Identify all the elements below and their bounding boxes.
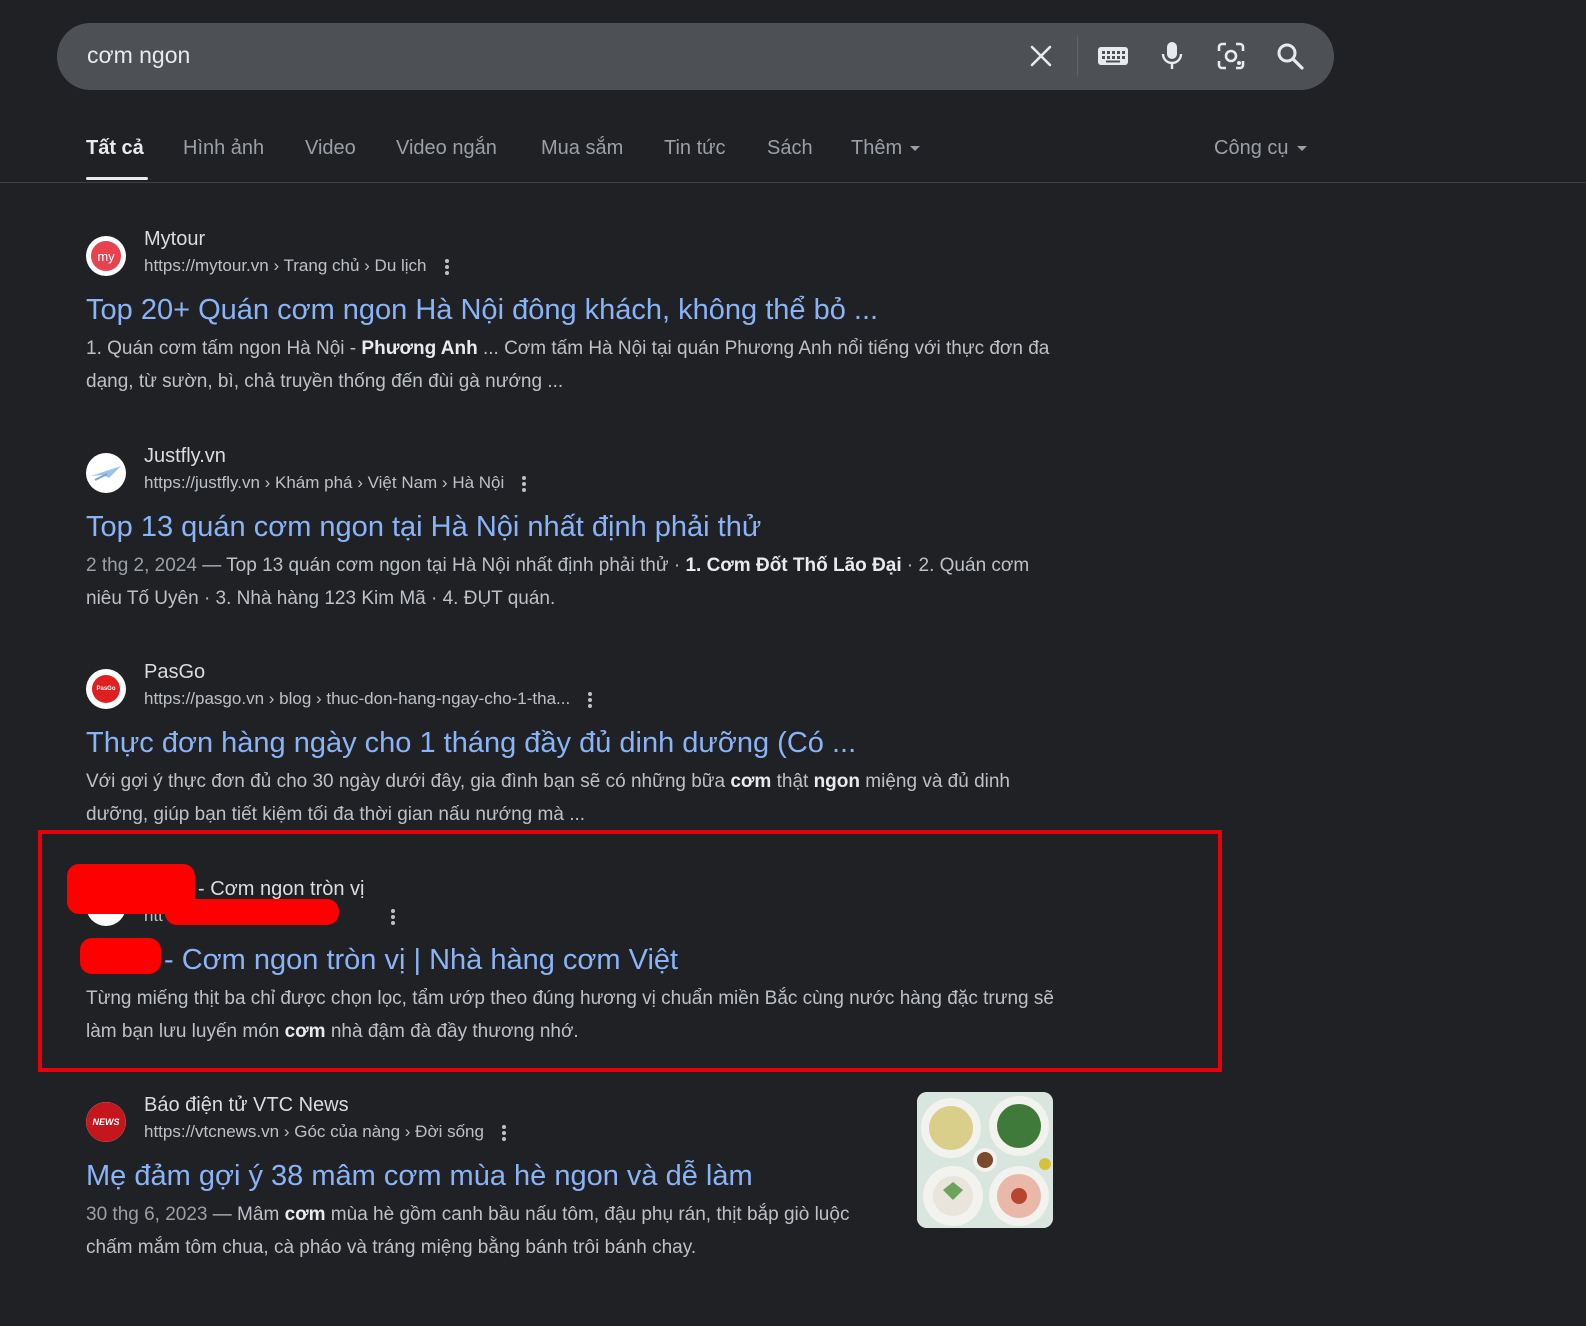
search-input[interactable]: cơm ngon: [87, 42, 190, 69]
keyboard-icon[interactable]: [1097, 40, 1129, 72]
result-source[interactable]: NEWS Báo điện tử VTC News https://vtcnew…: [86, 1094, 886, 1150]
search-divider: [1077, 36, 1078, 76]
pasgo-logo-icon: PasGo: [92, 675, 120, 703]
result-thumbnail-image[interactable]: [917, 1092, 1053, 1228]
tab-more-label: Thêm: [851, 137, 903, 159]
result-snippet: 30 thg 6, 2023 — Mâm cơm mùa hè gồm canh…: [86, 1204, 850, 1258]
lens-icon[interactable]: [1215, 40, 1247, 72]
result-snippet: 2 thg 2, 2024 — Top 13 quán cơm ngon tại…: [86, 555, 1030, 609]
highlight-box: [38, 830, 1222, 1072]
result-title-link[interactable]: Top 13 quán cơm ngon tại Hà Nội nhất địn…: [86, 509, 1066, 545]
result-date: 30 thg 6, 2023: [86, 1204, 208, 1225]
search-result: PasGo PasGo https://pasgo.vn › blog › th…: [86, 661, 1066, 831]
clear-icon[interactable]: [1025, 40, 1057, 72]
vtcnews-logo-icon: NEWS: [86, 1102, 126, 1142]
search-tabs: Tất cả Hình ảnh Video Video ngắn Mua sắm…: [0, 130, 1586, 183]
result-title-link[interactable]: Thực đơn hàng ngày cho 1 tháng đầy đủ di…: [86, 725, 1066, 761]
result-title-link[interactable]: Top 20+ Quán cơm ngon Hà Nội đông khách,…: [86, 292, 1066, 328]
site-name: Justfly.vn: [144, 445, 226, 467]
tab-videos[interactable]: Video: [305, 137, 356, 160]
search-icon[interactable]: [1274, 40, 1306, 72]
search-result: Justfly.vn https://justfly.vn › Khám phá…: [86, 445, 1066, 615]
tab-all[interactable]: Tất cả: [86, 137, 144, 160]
tab-short-videos[interactable]: Video ngắn: [396, 137, 497, 160]
mytour-favicon: my: [86, 236, 126, 276]
site-name: Mytour: [144, 228, 206, 250]
tools-button[interactable]: Công cụ: [1214, 137, 1307, 160]
result-snippet: 1. Quán cơm tấm ngon Hà Nội - Phương Anh…: [86, 338, 1050, 392]
site-name: Báo điện tử VTC News: [144, 1094, 349, 1116]
plane-icon: [91, 466, 121, 481]
result-snippet: Với gợi ý thực đơn đủ cho 30 ngày dưới đ…: [86, 771, 1011, 825]
more-options-icon[interactable]: [588, 690, 593, 710]
site-url: https://pasgo.vn › blog › thuc-don-hang-…: [144, 689, 571, 708]
more-options-icon[interactable]: [501, 1123, 506, 1143]
search-bar[interactable]: cơm ngon: [57, 23, 1334, 90]
tools-label: Công cụ: [1214, 137, 1289, 159]
pasgo-favicon: PasGo: [86, 669, 126, 709]
more-options-icon[interactable]: [522, 474, 527, 494]
microphone-icon[interactable]: [1156, 40, 1188, 72]
chevron-down-icon: [1296, 146, 1307, 152]
tab-images[interactable]: Hình ảnh: [183, 137, 264, 160]
result-source[interactable]: my Mytour https://mytour.vn › Trang chủ …: [86, 228, 1066, 284]
site-url-row: https://pasgo.vn › blog › thuc-don-hang-…: [144, 689, 593, 710]
site-name: PasGo: [144, 661, 206, 683]
tab-shopping[interactable]: Mua sắm: [541, 137, 623, 160]
tab-books[interactable]: Sách: [767, 137, 813, 160]
result-date: 2 thg 2, 2024: [86, 555, 197, 576]
search-result: my Mytour https://mytour.vn › Trang chủ …: [86, 228, 1066, 398]
justfly-favicon: [86, 453, 126, 493]
site-url-row: https://mytour.vn › Trang chủ › Du lịch: [144, 256, 449, 277]
result-source[interactable]: Justfly.vn https://justfly.vn › Khám phá…: [86, 445, 1066, 501]
chevron-down-icon: [910, 146, 921, 152]
search-result: NEWS Báo điện tử VTC News https://vtcnew…: [86, 1094, 886, 1264]
site-url-row: https://vtcnews.vn › Góc của nàng › Đời …: [144, 1122, 506, 1143]
mytour-logo-icon: my: [91, 241, 121, 271]
active-tab-indicator: [86, 177, 148, 180]
site-url-row: https://justfly.vn › Khám phá › Việt Nam…: [144, 473, 527, 494]
site-url: https://justfly.vn › Khám phá › Việt Nam…: [144, 473, 505, 492]
site-url: https://mytour.vn › Trang chủ › Du lịch: [144, 256, 427, 275]
more-options-icon[interactable]: [444, 257, 449, 277]
result-title-link[interactable]: Mẹ đảm gợi ý 38 mâm cơm mùa hè ngon và d…: [86, 1158, 886, 1194]
vtcnews-favicon: NEWS: [86, 1102, 126, 1142]
site-url: https://vtcnews.vn › Góc của nàng › Đời …: [144, 1122, 484, 1141]
result-source[interactable]: PasGo PasGo https://pasgo.vn › blog › th…: [86, 661, 1066, 717]
tab-more[interactable]: Thêm: [851, 137, 921, 160]
tab-news[interactable]: Tin tức: [664, 137, 726, 160]
